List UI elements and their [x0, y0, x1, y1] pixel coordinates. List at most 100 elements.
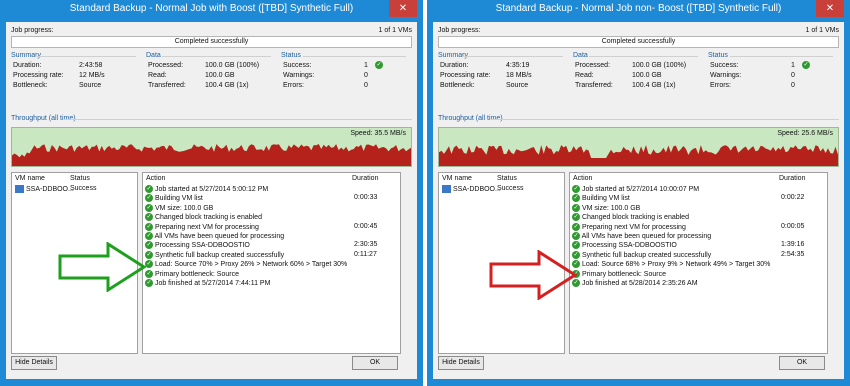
action-text: Job finished at 5/28/2014 2:35:26 AM: [581, 279, 698, 287]
action-row[interactable]: ✓ Load: Source 70% > Proxy 26% > Network…: [145, 260, 348, 269]
ok-button[interactable]: OK: [352, 356, 398, 370]
data-read-value: 100.0 GB: [632, 72, 662, 79]
action-text: VM size: 100.0 GB: [581, 204, 641, 212]
success-check-icon: ✓: [572, 222, 580, 231]
hide-details-button[interactable]: Hide Details: [11, 356, 57, 370]
action-duration: 0:00:33: [354, 194, 378, 202]
action-row[interactable]: ✓ Job started at 5/27/2014 10:00:07 PM: [572, 185, 699, 193]
vm-row[interactable]: SSA-DDBOO...: [442, 185, 501, 193]
action-text: All VMs have been queued for processing: [154, 232, 285, 240]
action-col-duration[interactable]: Duration: [352, 175, 378, 182]
vm-icon: [442, 185, 451, 193]
success-check-icon: ✓: [145, 185, 153, 193]
summary-duration-label: Duration:: [440, 62, 469, 69]
speed-readout: Speed: 35.5 MB/s: [350, 130, 406, 137]
action-row[interactable]: ✓ Primary bottleneck: Source: [572, 269, 666, 278]
data-read-value: 100.0 GB: [205, 72, 235, 79]
action-text: Changed block tracking is enabled: [154, 214, 262, 222]
action-duration: 0:00:05: [781, 222, 805, 230]
action-row[interactable]: ✓ VM size: 100.0 GB: [572, 203, 641, 212]
success-check-icon: ✓: [145, 269, 153, 278]
vm-count: 1 of 1 VMs: [805, 27, 839, 34]
close-button[interactable]: ✕: [389, 0, 417, 17]
vm-col-status[interactable]: Status: [497, 175, 517, 182]
success-check-icon: ✓: [145, 222, 153, 231]
progress-text: Completed successfully: [174, 38, 249, 45]
action-text: Processing SSA-DDBOOSTIO: [581, 242, 677, 250]
action-text: Load: Source 68% > Proxy 9% > Network 49…: [581, 261, 771, 269]
status-warnings-value: 0: [791, 72, 795, 79]
status-errors-value: 0: [364, 82, 368, 89]
action-row[interactable]: ✓ Job started at 5/27/2014 5:00:12 PM: [145, 185, 268, 193]
action-row[interactable]: ✓ Processing SSA-DDBOOSTIO: [572, 241, 677, 250]
action-row[interactable]: ✓ Processing SSA-DDBOOSTIO: [145, 241, 250, 250]
action-row[interactable]: ✓ Synthetic full backup created successf…: [572, 250, 711, 259]
data-transferred-label: Transferred:: [575, 82, 613, 89]
hide-details-button[interactable]: Hide Details: [438, 356, 484, 370]
success-check-icon: ✓: [145, 250, 153, 259]
action-row[interactable]: ✓ Building VM list: [145, 194, 203, 203]
vm-row[interactable]: SSA-DDBOO...: [15, 185, 74, 193]
window-client: Job progress: 1 of 1 VMs Completed success…: [6, 22, 417, 379]
status-warnings-value: 0: [364, 72, 368, 79]
data-processed-value: 100.0 GB (100%): [632, 62, 687, 69]
summary-bottleneck-label: Bottleneck:: [13, 82, 48, 89]
job-progress-label: Job progress:: [438, 27, 481, 34]
action-row[interactable]: ✓ VM size: 100.0 GB: [145, 203, 213, 212]
success-check-icon: ✓: [145, 279, 153, 287]
summary-duration-value: 2:43:58: [79, 62, 103, 69]
action-row[interactable]: ✓ Load: Source 68% > Proxy 9% > Network …: [572, 260, 771, 269]
action-text: Primary bottleneck: Source: [154, 270, 239, 278]
data-read-label: Read:: [575, 72, 594, 79]
vm-col-status[interactable]: Status: [70, 175, 90, 182]
status-success-label: Success:: [283, 62, 312, 69]
action-row[interactable]: ✓ Building VM list: [572, 194, 630, 203]
throughput-chart: Speed: 25.6 MB/s: [438, 127, 839, 167]
vm-name: SSA-DDBOO...: [453, 185, 501, 193]
action-row[interactable]: ✓ Primary bottleneck: Source: [145, 269, 239, 278]
summary-rate-value: 12 MB/s: [79, 72, 105, 79]
vm-status: Success: [70, 185, 97, 192]
data-processed-value: 100.0 GB (100%): [205, 62, 260, 69]
data-section: Data Processed: 100.0 GB (100%) Read: 100.0 …: [573, 52, 698, 108]
close-button[interactable]: ✕: [816, 0, 844, 17]
progress-text: Completed successfully: [601, 38, 676, 45]
action-col-action[interactable]: Action: [573, 175, 592, 182]
action-text: Changed block tracking is enabled: [581, 214, 689, 222]
data-processed-label: Processed:: [575, 62, 611, 69]
success-check-icon: ✓: [572, 194, 580, 203]
action-row[interactable]: ✓ All VMs have been queued for processin…: [145, 232, 284, 240]
annotation-arrow-icon: [58, 242, 146, 292]
action-row[interactable]: ✓ Changed block tracking is enabled: [145, 213, 262, 222]
ok-button[interactable]: OK: [779, 356, 825, 370]
status-errors-label: Errors:: [710, 82, 731, 89]
data-transferred-value: 100.4 GB (1x): [632, 82, 676, 89]
data-processed-label: Processed:: [148, 62, 184, 69]
action-row[interactable]: ✓ Job finished at 5/28/2014 2:35:26 AM: [572, 279, 698, 287]
summary-bottleneck-value: Source: [506, 82, 529, 89]
action-col-duration[interactable]: Duration: [779, 175, 805, 182]
vm-col-name[interactable]: VM name: [15, 175, 45, 182]
action-duration: 2:30:35: [354, 241, 378, 249]
action-row[interactable]: ✓ Synthetic full backup created successf…: [145, 250, 284, 259]
data-read-label: Read:: [148, 72, 167, 79]
window-title: Standard Backup - Normal Job with Boost …: [69, 3, 354, 14]
status-success-value: 1: [791, 62, 795, 69]
action-text: Job finished at 5/27/2014 7:44:11 PM: [154, 279, 271, 287]
vm-col-name[interactable]: VM name: [442, 175, 472, 182]
action-row[interactable]: ✓ Job finished at 5/27/2014 7:44:11 PM: [145, 279, 270, 287]
action-text: Building VM list: [581, 195, 630, 203]
backup-job-window-boost: Standard Backup - Normal Job with Boost …: [0, 0, 423, 386]
status-warnings-label: Warnings:: [283, 72, 315, 79]
action-row[interactable]: ✓ Changed block tracking is enabled: [572, 213, 689, 222]
action-text: Load: Source 70% > Proxy 26% > Network 6…: [154, 261, 348, 269]
success-check-icon: ✓: [145, 260, 153, 269]
window-client: Job progress: 1 of 1 VMs Completed success…: [433, 22, 844, 379]
action-col-action[interactable]: Action: [146, 175, 165, 182]
action-row[interactable]: ✓ Preparing next VM for processing: [145, 222, 259, 231]
status-success-label: Success:: [710, 62, 739, 69]
action-row[interactable]: ✓ Preparing next VM for processing: [572, 222, 686, 231]
action-row[interactable]: ✓ All VMs have been queued for processin…: [572, 232, 711, 240]
close-icon: ✕: [398, 3, 408, 14]
status-errors-value: 0: [791, 82, 795, 89]
